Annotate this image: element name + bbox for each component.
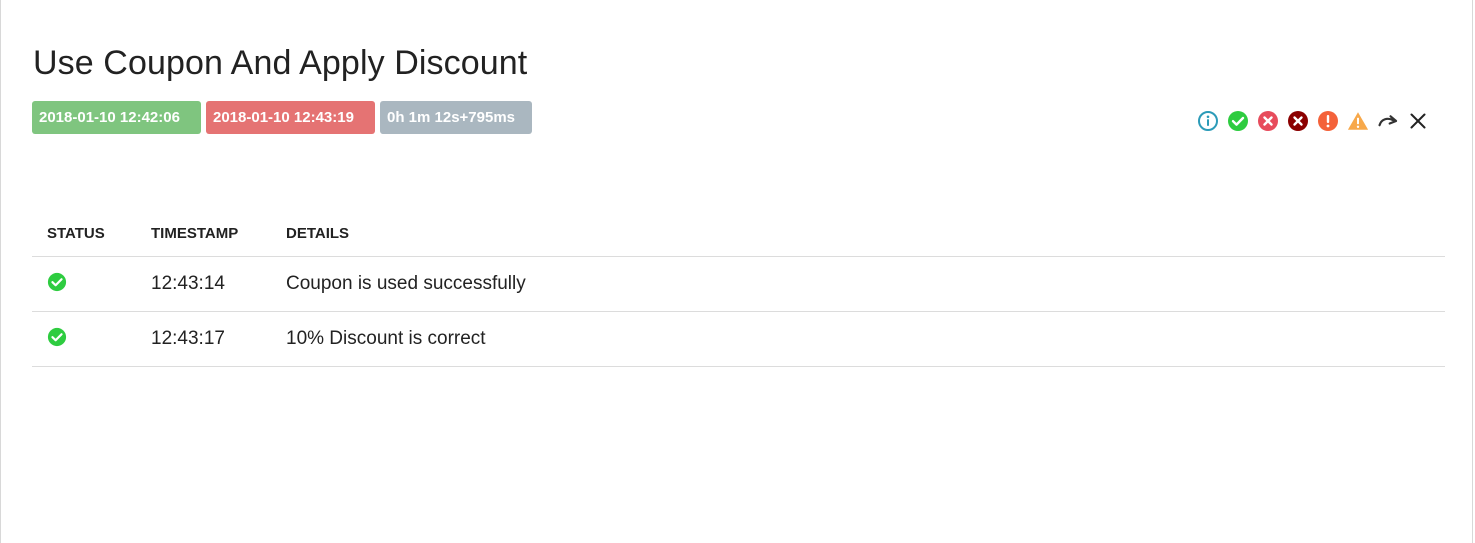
table-row: 12:43:14 Coupon is used successfully [32, 256, 1445, 312]
test-time-badges: 2018-01-10 12:42:06 2018-01-10 12:43:19 … [32, 101, 532, 134]
close-icon[interactable] [1407, 110, 1429, 132]
status-column-header: STATUS [32, 210, 151, 257]
duration-badge: 0h 1m 12s+795ms [380, 101, 532, 134]
check-circle-icon [47, 272, 67, 292]
details-column-header: DETAILS [286, 210, 1445, 257]
warning-triangle-icon[interactable] [1347, 110, 1369, 132]
details-cell: Coupon is used successfully [286, 256, 1445, 312]
status-cell [32, 256, 151, 312]
redo-arrow-icon[interactable] [1377, 110, 1399, 132]
check-circle-icon [47, 327, 67, 347]
x-circle-dark-icon[interactable] [1287, 110, 1309, 132]
status-filter-bar [1197, 110, 1429, 132]
start-time-badge: 2018-01-10 12:42:06 [32, 101, 201, 134]
status-cell [32, 311, 151, 367]
end-time-badge: 2018-01-10 12:43:19 [206, 101, 375, 134]
details-cell: 10% Discount is correct [286, 311, 1445, 367]
table-row: 12:43:17 10% Discount is correct [32, 311, 1445, 367]
exclamation-circle-icon[interactable] [1317, 110, 1339, 132]
info-icon[interactable] [1197, 110, 1219, 132]
timestamp-cell: 12:43:14 [151, 256, 286, 312]
check-circle-icon[interactable] [1227, 110, 1249, 132]
x-circle-icon[interactable] [1257, 110, 1279, 132]
timestamp-cell: 12:43:17 [151, 311, 286, 367]
test-detail-panel: Use Coupon And Apply Discount 2018-01-10… [0, 0, 1473, 543]
timestamp-column-header: TIMESTAMP [151, 210, 286, 257]
table-header-row: STATUS TIMESTAMP DETAILS [32, 210, 1445, 257]
test-log-table: STATUS TIMESTAMP DETAILS 12:43:14 Coupon… [32, 210, 1445, 367]
test-title: Use Coupon And Apply Discount [33, 44, 528, 82]
